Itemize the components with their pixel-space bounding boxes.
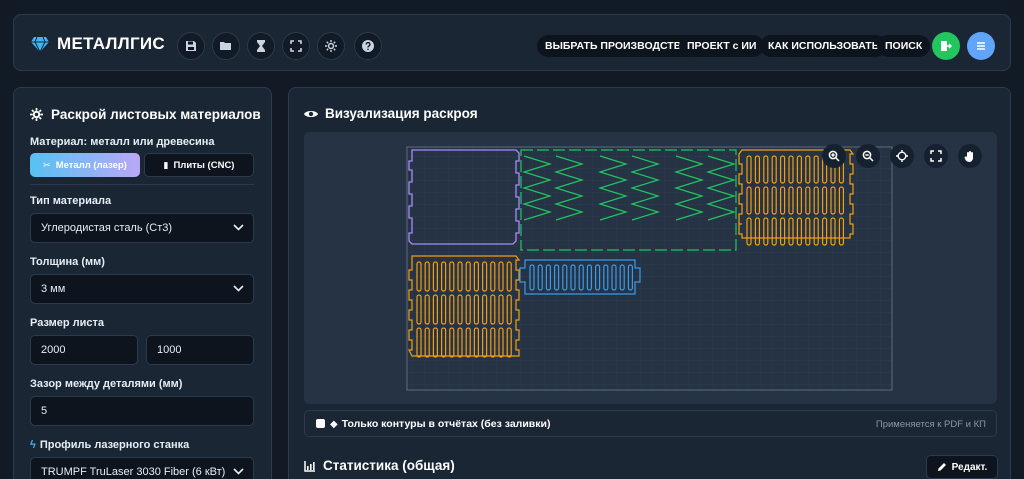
- edit-button-label: Редакт.: [951, 461, 988, 473]
- eye-icon: [304, 110, 318, 117]
- gear-icon: [30, 108, 43, 121]
- export-icon: [941, 41, 952, 51]
- fit-screen-button[interactable]: [924, 144, 948, 168]
- laser-icon: ✂: [43, 159, 51, 170]
- app-logo[interactable]: МЕТАЛЛГИС: [31, 34, 165, 54]
- export-button[interactable]: [932, 32, 960, 60]
- material-type-select[interactable]: Углеродистая сталь (Ст3): [30, 213, 254, 243]
- laser-profile-label-text: Профиль лазерного станка: [39, 439, 190, 451]
- cnc-icon: ▮: [163, 159, 169, 170]
- nav-ai-project[interactable]: ПРОЕКТ с ИИ: [679, 35, 765, 57]
- history-button[interactable]: [247, 32, 275, 60]
- app-name: МЕТАЛЛГИС: [57, 34, 165, 53]
- settings-button[interactable]: [317, 32, 345, 60]
- cutting-settings-panel: Раскрой листовых материалов Материал: ме…: [13, 87, 272, 479]
- settings-icon: [325, 40, 337, 52]
- help-button[interactable]: [354, 32, 382, 60]
- sheet-width-value: 2000: [41, 344, 66, 356]
- pan-hand-icon: [964, 151, 973, 162]
- diamond-icon: [31, 36, 49, 52]
- gap-input[interactable]: 5: [30, 396, 254, 426]
- save-icon: [186, 41, 196, 51]
- stats-title-text: Статистика (общая): [323, 458, 455, 473]
- type-label: Тип материала: [30, 195, 112, 207]
- bar-chart-icon: [304, 460, 315, 472]
- material-type-value: Углеродистая сталь (Ст3): [41, 222, 173, 234]
- visualization-title: Визуализация раскроя: [304, 106, 478, 121]
- nesting-canvas[interactable]: [304, 132, 997, 404]
- panel-title-text: Раскрой листовых материалов: [51, 107, 261, 122]
- thickness-select[interactable]: 3 мм: [30, 274, 254, 304]
- thickness-value: 3 мм: [41, 283, 66, 295]
- divider: [30, 184, 254, 185]
- gap-label: Зазор между деталями (мм): [30, 378, 183, 390]
- visualization-title-text: Визуализация раскроя: [325, 106, 478, 121]
- contour-only-label-text: Только контуры в отчётах (без заливки): [341, 418, 551, 430]
- zoom-in-button[interactable]: [822, 144, 846, 168]
- sheet-outline: [406, 146, 893, 391]
- contour-option-bar: ◆ Только контуры в отчётах (без заливки)…: [304, 410, 997, 437]
- zoom-in-icon: [828, 150, 840, 162]
- sheet-width-input[interactable]: 2000: [30, 335, 138, 365]
- stats-title: Статистика (общая): [304, 458, 455, 473]
- pan-button[interactable]: [958, 144, 982, 168]
- nesting-drawing[interactable]: [304, 132, 997, 404]
- folder-open-icon: [220, 42, 231, 50]
- laser-profile-select[interactable]: TRUMPF TruLaser 3030 Fiber (6 кВт): [30, 457, 254, 479]
- material-metal-button[interactable]: ✂ Металл (лазер): [30, 153, 140, 177]
- material-label: Материал: металл или древесина: [30, 136, 215, 148]
- app-header: МЕТАЛЛГИС ВЫБРАТЬ ПРОИЗВОДСТВО ПРОЕКТ с …: [13, 14, 1011, 71]
- crosshair-icon: [896, 150, 908, 162]
- gap-value: 5: [41, 405, 48, 417]
- lightning-icon: ϟ: [30, 439, 36, 451]
- contour-only-checkbox[interactable]: [316, 419, 325, 428]
- pencil-icon: [937, 463, 946, 471]
- hourglass-icon: [257, 40, 265, 52]
- chevron-down-icon: [233, 224, 244, 231]
- laser-profile-value: TRUMPF TruLaser 3030 Fiber (6 кВт): [41, 466, 226, 478]
- nav-choose-production[interactable]: ВЫБРАТЬ ПРОИЗВОДСТВО: [537, 35, 698, 57]
- material-board-label: Плиты (CNC): [173, 159, 235, 171]
- menu-button[interactable]: [967, 32, 995, 60]
- thickness-label: Толщина (мм): [30, 256, 105, 268]
- chevron-down-icon: [233, 468, 244, 475]
- material-board-button[interactable]: ▮ Плиты (CNC): [144, 153, 254, 177]
- panel-title: Раскрой листовых материалов: [30, 107, 261, 122]
- open-button[interactable]: [212, 32, 240, 60]
- expand-icon: [290, 40, 302, 52]
- edit-button[interactable]: Редакт.: [926, 455, 998, 479]
- menu-icon: [977, 42, 985, 50]
- sheet-height-input[interactable]: 1000: [146, 335, 254, 365]
- fullscreen-icon: [930, 150, 942, 162]
- chevron-down-icon: [233, 285, 244, 292]
- nav-how-to-use[interactable]: КАК ИСПОЛЬЗОВАТЬ: [760, 35, 888, 57]
- center-button[interactable]: [890, 144, 914, 168]
- sheet-size-label: Размер листа: [30, 317, 105, 329]
- fullscreen-button[interactable]: [282, 32, 310, 60]
- visualization-panel: Визуализация раскроя ◆ Только контуры в …: [288, 87, 1011, 479]
- material-metal-label: Металл (лазер): [55, 159, 127, 171]
- nav-search[interactable]: ПОИСК: [877, 35, 931, 57]
- contour-only-label[interactable]: ◆ Только контуры в отчётах (без заливки): [330, 418, 550, 430]
- paint-bucket-icon: ◆: [330, 418, 338, 430]
- laser-profile-label: ϟ Профиль лазерного станка: [30, 439, 189, 451]
- zoom-out-button[interactable]: [856, 144, 880, 168]
- contour-hint: Применяется к PDF и КП: [875, 419, 986, 430]
- zoom-out-icon: [862, 150, 874, 162]
- sheet-height-value: 1000: [157, 344, 182, 356]
- help-icon: [362, 40, 374, 52]
- save-button[interactable]: [177, 32, 205, 60]
